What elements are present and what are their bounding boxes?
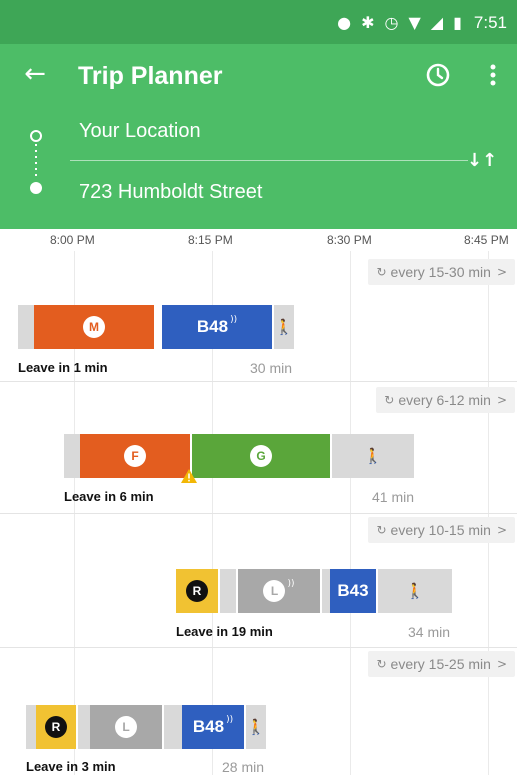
subway-segment: F [80, 434, 190, 478]
frequency-chip[interactable]: ↻ every 15-30 min > [368, 259, 515, 285]
frequency-chip[interactable]: ↻ every 6-12 min > [376, 387, 515, 413]
wait-segment [220, 569, 236, 613]
signal-icon: ◢ [430, 13, 444, 32]
bus-route-label: B48 [192, 717, 225, 736]
frequency-label: every 10-15 min [390, 522, 491, 538]
repeat-icon: ↻ [384, 393, 395, 407]
trip-duration: 34 min [408, 624, 451, 640]
repeat-icon: ↻ [376, 657, 387, 671]
trip-bar[interactable]: F G 🚶 [64, 434, 414, 483]
wait-segment [26, 705, 36, 749]
tick-label: 8:00 PM [50, 233, 95, 247]
subway-segment: M [34, 305, 154, 349]
walk-segment: 🚶 [332, 434, 414, 478]
origin-field[interactable]: Your Location [79, 120, 201, 143]
walk-segment: 🚶 [274, 305, 294, 349]
clock-icon[interactable] [423, 60, 453, 90]
realtime-icon: )) [226, 715, 234, 725]
frequency-label: every 15-30 min [390, 264, 491, 280]
walk-segment: 🚶 [378, 569, 452, 613]
row-divider [0, 513, 517, 514]
wait-segment [64, 434, 80, 478]
trip-bar[interactable]: M B48)) 🚶 [18, 305, 294, 349]
subway-segment: R [36, 705, 76, 749]
page-title: Trip Planner [78, 62, 223, 90]
leave-time: Leave in 1 min [18, 360, 108, 375]
bluetooth-icon: ✱ [361, 13, 375, 32]
status-bar: ● ✱ ◷ ▼ ◢ ▮ 7:51 [0, 0, 517, 44]
subway-segment: L)) [238, 569, 320, 613]
subway-segment: R [176, 569, 218, 613]
alert-icon[interactable] [180, 468, 198, 484]
frequency-chip[interactable]: ↻ every 10-15 min > [368, 517, 515, 543]
bus-segment: B48)) [162, 305, 272, 349]
leave-time: Leave in 3 min [26, 759, 116, 774]
tick-label: 8:30 PM [327, 233, 372, 247]
bus-segment: B43 [330, 569, 376, 613]
status-icons: ● ✱ ◷ ▼ ◢ ▮ 7:51 [337, 13, 507, 33]
chevron-right-icon: > [496, 523, 507, 537]
line-badge: L [115, 716, 137, 738]
back-arrow-icon[interactable]: ← [20, 60, 50, 90]
frequency-chip[interactable]: ↻ every 15-25 min > [368, 651, 515, 677]
trip-bar[interactable]: R L B48)) 🚶 [26, 705, 266, 749]
line-badge: R [186, 580, 208, 602]
row-divider [0, 647, 517, 648]
wait-segment [78, 705, 90, 749]
app-bar: ← Trip Planner [0, 48, 517, 104]
chevron-right-icon: > [496, 265, 507, 279]
more-vert-icon[interactable] [483, 60, 503, 90]
walk-icon: 🚶 [405, 582, 425, 600]
swap-icon[interactable]: ↓↑ [467, 150, 497, 176]
chevron-right-icon: > [496, 657, 507, 671]
wait-segment [322, 569, 330, 613]
wifi-icon: ▼ [408, 13, 421, 32]
walk-icon: 🚶 [274, 318, 294, 336]
wait-segment [18, 305, 34, 349]
line-badge: M [83, 316, 105, 338]
line-badge: R [45, 716, 67, 738]
header: ● ✱ ◷ ▼ ◢ ▮ 7:51 ← Trip Planner Your Loc… [0, 0, 517, 229]
walk-segment: 🚶 [246, 705, 266, 749]
trip-duration: 28 min [222, 759, 265, 775]
walk-icon: 🚶 [363, 447, 383, 465]
line-badge: L [263, 580, 286, 602]
bus-route-label: B43 [337, 581, 369, 600]
chevron-right-icon: > [496, 393, 507, 407]
location-icon: ● [337, 13, 352, 32]
trip-duration: 30 min [250, 360, 293, 376]
frequency-label: every 15-25 min [390, 656, 491, 672]
status-time: 7:51 [473, 13, 507, 32]
line-badge: F [124, 445, 146, 467]
frequency-label: every 6-12 min [398, 392, 491, 408]
battery-icon: ▮ [453, 13, 462, 32]
tick-label: 8:15 PM [188, 233, 233, 247]
tick-label: 8:45 PM [464, 233, 509, 247]
bus-route-label: B48 [196, 317, 229, 336]
route-divider [70, 160, 468, 161]
walk-icon: 🚶 [246, 718, 266, 736]
trip-bar[interactable]: R L)) B43 🚶 [176, 569, 452, 613]
alarm-icon: ◷ [384, 13, 399, 32]
subway-segment: L [90, 705, 162, 749]
trip-duration: 41 min [372, 489, 415, 505]
realtime-icon: )) [230, 315, 238, 325]
repeat-icon: ↻ [376, 523, 387, 537]
bus-segment: B48)) [182, 705, 244, 749]
timeline[interactable]: 8:00 PM 8:15 PM 8:30 PM 8:45 PM ↻ every … [0, 229, 517, 775]
row-divider [0, 381, 517, 382]
repeat-icon: ↻ [376, 265, 387, 279]
subway-segment: G [192, 434, 330, 478]
realtime-icon: )) [287, 579, 295, 589]
destination-field[interactable]: 723 Humboldt Street [79, 181, 262, 204]
leave-time: Leave in 6 min [64, 489, 154, 504]
leave-time: Leave in 19 min [176, 624, 273, 639]
wait-segment [164, 705, 182, 749]
route-dots-icon [30, 130, 42, 194]
line-badge: G [250, 445, 272, 467]
